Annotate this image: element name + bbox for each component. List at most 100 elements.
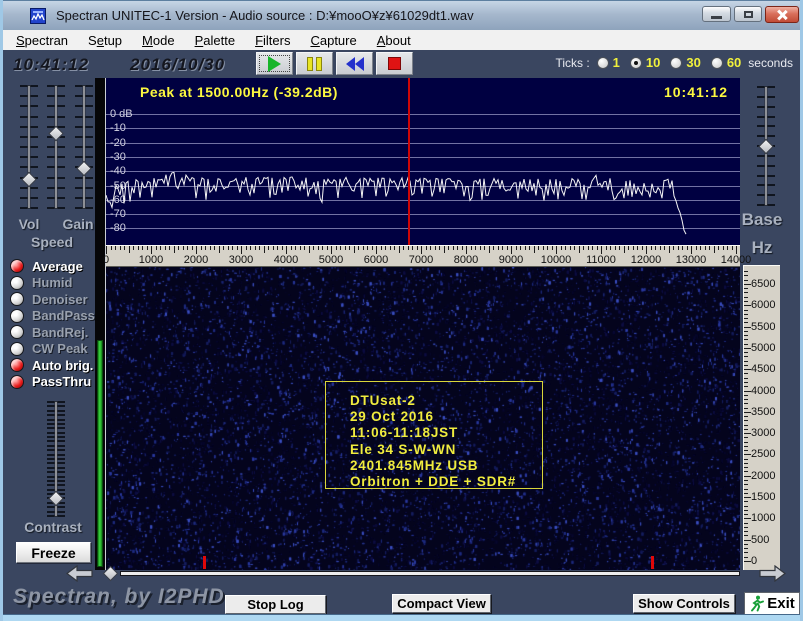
freq-tick <box>151 246 152 254</box>
toggle-bandrej-[interactable]: BandRej. <box>10 325 102 340</box>
led-icon[interactable] <box>10 259 24 273</box>
toggle-average[interactable]: Average <box>10 258 102 274</box>
pause-button[interactable] <box>296 52 333 75</box>
toggle-passthru[interactable]: PassThru <box>10 374 102 389</box>
menu-filters[interactable]: Filters <box>245 31 300 50</box>
hz-tick <box>744 271 748 273</box>
vol-slider[interactable] <box>18 85 40 209</box>
hz-tick <box>744 556 748 558</box>
freq-tick <box>713 246 715 253</box>
app-window: Spectran UNITEC-1 Version - Audio source… <box>0 0 803 621</box>
freq-tick <box>574 246 575 250</box>
hz-tick <box>744 522 748 524</box>
ticks-radio-10[interactable]: 10 <box>629 55 660 70</box>
slider-thumb[interactable] <box>758 138 774 154</box>
maximize-button[interactable] <box>734 6 762 22</box>
stop-log-button[interactable]: Stop Log <box>225 595 326 614</box>
close-icon <box>776 9 788 21</box>
menu-about[interactable]: About <box>367 31 421 50</box>
minimize-button[interactable] <box>702 6 731 22</box>
toggle-bandpass[interactable]: BandPass <box>10 308 102 323</box>
hz-tick <box>744 509 748 511</box>
toggle-humid[interactable]: Humid <box>10 275 102 290</box>
close-button[interactable] <box>765 6 799 23</box>
led-icon[interactable] <box>10 374 24 389</box>
toggle-auto-brig-[interactable]: Auto brig. <box>10 358 102 373</box>
freq-tick <box>475 246 476 250</box>
compact-view-button[interactable]: Compact View <box>392 594 491 613</box>
led-icon[interactable] <box>10 341 24 356</box>
radio-icon[interactable] <box>596 56 609 69</box>
play-button[interactable] <box>256 52 293 75</box>
freq-tick <box>560 246 562 250</box>
slider-thumb[interactable] <box>48 125 64 142</box>
ticks-radio-1[interactable]: 1 <box>596 55 620 70</box>
waterfall-marker <box>203 556 206 569</box>
toggle-label: Average <box>32 258 83 274</box>
led-icon[interactable] <box>10 325 24 339</box>
freq-tick <box>200 246 202 250</box>
rewind-button[interactable] <box>336 52 373 75</box>
freq-tick <box>299 246 301 250</box>
show-controls-button[interactable]: Show Controls <box>633 594 735 613</box>
toggle-denoiser[interactable]: Denoiser <box>10 292 102 307</box>
hz-tick <box>744 492 748 494</box>
ticks-radio-60[interactable]: 60 <box>710 55 741 70</box>
peak-readout: Peak at 1500.00Hz (-39.2dB) <box>140 84 338 100</box>
slider-thumb[interactable] <box>21 171 37 188</box>
freq-tick <box>304 246 305 250</box>
menu-palette[interactable]: Palette <box>185 31 245 50</box>
menu-setup[interactable]: Setup <box>78 31 132 50</box>
led-icon[interactable] <box>10 275 24 290</box>
freq-tick <box>115 246 116 250</box>
hz-tick <box>744 343 748 345</box>
contrast-slider[interactable] <box>45 401 67 517</box>
exit-button[interactable]: Exit <box>744 592 800 615</box>
hz-tick <box>744 475 751 477</box>
led-icon[interactable] <box>10 358 24 372</box>
freeze-button[interactable]: Freeze <box>16 542 91 563</box>
spectrum-trace <box>106 171 687 235</box>
freq-tick <box>619 246 620 250</box>
freq-tick <box>529 246 530 250</box>
radio-icon[interactable] <box>670 56 683 69</box>
shift-left-button[interactable] <box>66 564 93 583</box>
hz-tick <box>744 535 748 537</box>
gain-slider[interactable] <box>73 85 95 209</box>
hz-tick-label: 6500 <box>751 277 776 290</box>
hz-tick <box>744 335 748 337</box>
led-icon[interactable] <box>10 292 24 306</box>
base-label: Base <box>741 210 783 229</box>
freq-tick <box>196 246 197 254</box>
hz-tick <box>744 347 751 349</box>
freq-tick-label: 13000 <box>675 254 707 266</box>
hz-tick <box>744 407 748 409</box>
hz-tick <box>744 462 748 464</box>
hz-tick-label: 2000 <box>751 469 776 482</box>
hz-tick <box>744 416 748 418</box>
led-icon[interactable] <box>10 308 24 323</box>
freq-tick <box>169 246 170 250</box>
waterfall-display[interactable]: DTUsat-2 29 Oct 2016 11:06-11:18JST Ele … <box>106 267 740 570</box>
speed-slider[interactable] <box>45 85 67 209</box>
radio-icon[interactable] <box>710 56 723 69</box>
hz-tick <box>744 505 748 507</box>
freq-tick <box>547 246 548 250</box>
pan-slider-track[interactable] <box>120 571 740 576</box>
base-slider[interactable] <box>755 86 777 206</box>
radio-icon[interactable] <box>629 56 642 69</box>
stop-button[interactable] <box>376 52 413 75</box>
info-frequency-mode: 2401.845MHz USB <box>350 457 479 473</box>
slider-thumb[interactable] <box>76 160 92 177</box>
hz-tick-label: 0 <box>751 555 758 567</box>
frequency-ruler[interactable]: 0 1000 2000 3000 4000 5000 6000 7000 8000 9000 100… <box>103 245 751 267</box>
toggle-cw-peak[interactable]: CW Peak <box>10 341 102 356</box>
shift-right-button[interactable] <box>759 564 786 583</box>
arrow-left-icon <box>66 564 93 583</box>
slider-track <box>54 85 58 209</box>
menu-spectran[interactable]: Spectran <box>6 31 78 50</box>
ticks-radio-30[interactable]: 30 <box>670 55 701 70</box>
menu-mode[interactable]: Mode <box>132 31 185 50</box>
menu-capture[interactable]: Capture <box>300 31 366 50</box>
freq-tick <box>704 246 706 250</box>
